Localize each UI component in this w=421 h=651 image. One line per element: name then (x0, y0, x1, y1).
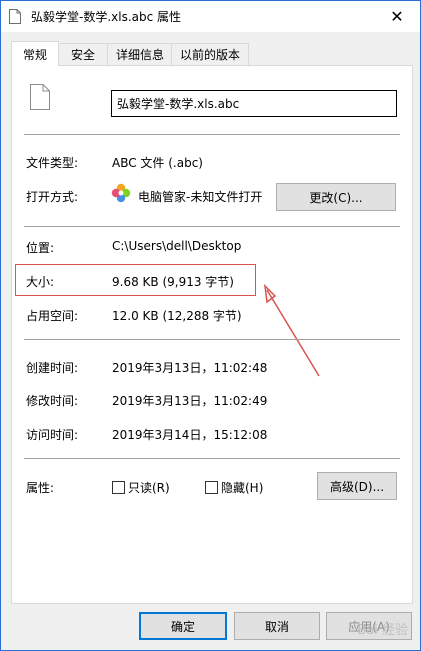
size-on-disk-label: 占用空间: (26, 309, 79, 323)
pc-manager-icon (111, 183, 131, 203)
location-label: 位置: (26, 241, 55, 255)
open-with-value: 电脑管家-未知文件打开 (138, 190, 263, 204)
tab-label: 以前的版本 (179, 48, 240, 62)
tab-label: 详细信息 (115, 48, 164, 62)
title-bar[interactable]: 弘毅学堂-数学.xls.abc 属性 ✕ (1, 1, 420, 32)
tab-label: 常规 (22, 47, 47, 62)
open-with-label: 打开方式: (26, 190, 79, 204)
file-icon (9, 9, 21, 24)
created-label: 创建时间: (26, 361, 79, 375)
change-button[interactable]: 更改(C)... (276, 183, 396, 211)
window-title: 弘毅学堂-数学.xls.abc 属性 (31, 10, 182, 24)
close-button[interactable]: ✕ (374, 1, 420, 32)
accessed-value: 2019年3月14日，15:12:08 (112, 428, 268, 442)
ok-button[interactable]: 确定 (139, 612, 227, 640)
tab-label: 安全 (70, 48, 95, 62)
size-value: 9.68 KB (9,913 字节) (112, 275, 234, 289)
advanced-button[interactable]: 高级(D)... (317, 472, 397, 500)
general-panel: 弘毅学堂-数学.xls.abc 文件类型: ABC 文件 (.abc) 打开方式… (11, 65, 413, 604)
watermark: Bai 经验 (357, 623, 408, 638)
size-on-disk-value: 12.0 KB (12,288 字节) (112, 309, 242, 323)
accessed-label: 访问时间: (26, 428, 79, 442)
size-label: 大小: (26, 275, 55, 289)
annotation-arrow (263, 283, 320, 377)
readonly-label[interactable]: 只读(R) (128, 479, 170, 496)
modified-label: 修改时间: (26, 394, 79, 408)
created-value: 2019年3月13日，11:02:48 (112, 361, 268, 375)
file-type-label: 文件类型: (26, 156, 79, 170)
modified-value: 2019年3月13日，11:02:49 (112, 394, 268, 408)
divider (24, 226, 400, 227)
hidden-label[interactable]: 隐藏(H) (221, 479, 263, 496)
attributes-label: 属性: (26, 481, 55, 495)
cancel-button[interactable]: 取消 (234, 612, 320, 640)
tab-details[interactable]: 详细信息 (107, 43, 173, 65)
readonly-checkbox[interactable] (112, 481, 125, 494)
hidden-checkbox[interactable] (205, 481, 218, 494)
file-type-value: ABC 文件 (.abc) (112, 156, 203, 170)
tab-previous-versions[interactable]: 以前的版本 (171, 43, 249, 65)
tab-general[interactable]: 常规 (11, 41, 59, 66)
divider (24, 134, 400, 135)
filename-input[interactable]: 弘毅学堂-数学.xls.abc (111, 90, 397, 117)
properties-window: 弘毅学堂-数学.xls.abc 属性 ✕ 常规 安全 详细信息 以前的版本 弘毅… (0, 0, 421, 651)
divider (24, 339, 400, 340)
divider (24, 458, 400, 459)
tab-security[interactable]: 安全 (57, 43, 109, 65)
close-icon: ✕ (390, 7, 404, 26)
document-icon (30, 84, 50, 110)
location-value: C:\Users\dell\Desktop (112, 239, 242, 253)
